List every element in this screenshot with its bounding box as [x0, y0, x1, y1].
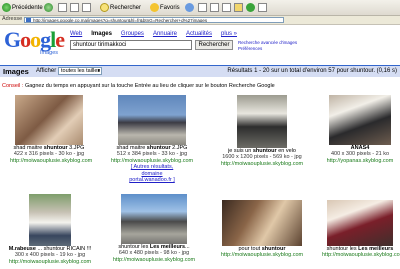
back-arrow-icon [2, 3, 11, 12]
logo-letter: G [4, 27, 21, 52]
image-result: shad maitre shuntour 2.JPG 512 x 384 pix… [108, 95, 196, 183]
search-nav: Web Images Groupes Annuaire Actualités p… [70, 31, 237, 37]
logo-subtitle: Images [40, 50, 59, 56]
advanced-links: Recherche avancée d'images Préférences [238, 40, 297, 51]
google-logo[interactable]: Google [4, 27, 65, 52]
messenger-button[interactable] [246, 2, 255, 13]
search-label: Rechercher [110, 4, 142, 11]
favorites-label: Favoris [160, 4, 180, 11]
tip-text: Gagnez du temps en appuyant sur la touch… [24, 83, 275, 89]
print-icon [210, 3, 219, 12]
image-result: je suis un shuntour en velo 1600 x 1200 … [220, 95, 304, 167]
image-dimensions: 300 x 400 pixels - 19 ko - jpg [14, 252, 86, 259]
address-label: Adresse [2, 16, 23, 22]
image-thumbnail[interactable] [121, 194, 187, 244]
image-result: M.rabeuse ... shuntour RICAIN !!! 300 x … [4, 194, 96, 265]
image-source[interactable]: http://moiwaouplusie.skyblog.com [4, 259, 96, 265]
url-field[interactable]: http://images.google.co.ma/images?q=shun… [24, 17, 284, 23]
nav-news[interactable]: Actualités [186, 31, 212, 37]
image-dimensions: 1600 x 1200 pixels - 569 ko - jpg [222, 154, 302, 161]
address-bar: Adresse http://images.google.co.ma/image… [0, 16, 400, 25]
forward-arrow-icon [44, 3, 53, 12]
nav-web[interactable]: Web [70, 31, 82, 37]
image-dimensions: 422 x 316 pixels - 30 ko - jpg [13, 151, 85, 158]
image-result: shuntour les Les meilleurs http://moiwao… [322, 200, 400, 259]
forward-button[interactable] [44, 2, 53, 13]
favorites-button[interactable]: Favoris [150, 2, 180, 13]
image-dimensions: 400 x 300 pixels - 21 ko [330, 151, 390, 158]
image-source[interactable]: http://moiwaouplusie.skyblog.com [220, 161, 304, 167]
home-button[interactable] [82, 2, 91, 13]
search-submit-button[interactable]: Rechercher [195, 40, 233, 50]
edit-icon [222, 3, 231, 12]
tip-prefix: Conseil : [2, 83, 24, 89]
logo-letter: o [30, 27, 41, 52]
messenger-icon [246, 3, 255, 12]
size-filter-select[interactable]: toutes les tailles [58, 67, 102, 75]
edit-button[interactable] [222, 2, 231, 13]
image-thumbnail[interactable] [29, 194, 71, 246]
image-thumbnail[interactable] [222, 200, 302, 246]
results-bar: Images Afficher toutes les tailles Résul… [0, 65, 400, 77]
image-result: shad maitre shuntour 3.JPG 422 x 316 pix… [10, 95, 92, 164]
image-thumbnail[interactable] [327, 200, 393, 246]
page-icon [26, 18, 31, 22]
image-source[interactable]: http://yopanas.skyblog.com [322, 158, 398, 164]
back-label: Précédente [12, 4, 43, 11]
results-title: Images [3, 67, 29, 76]
mail-icon [198, 3, 207, 12]
image-source[interactable]: http://moiwaouplusie.skyblog.com [112, 257, 196, 263]
search-icon [100, 3, 109, 12]
search-input[interactable]: shuntour tirimakkoci [70, 40, 192, 50]
browser-toolbar: Précédente Rechercher Favoris [0, 0, 400, 16]
results-summary: Résultats 1 - 20 sur un total d'environ … [227, 68, 397, 74]
image-source[interactable]: http://moiwaouplusie.skyblog.com [220, 252, 304, 258]
image-result: ANAS4 400 x 300 pixels - 21 ko http://yo… [322, 95, 398, 164]
image-thumbnail[interactable] [329, 95, 391, 145]
stop-icon [58, 3, 67, 12]
nav-groups[interactable]: Groupes [121, 31, 144, 37]
tools-icon [258, 3, 267, 12]
image-dimensions: 512 x 384 pixels - 33 ko - jpg [116, 151, 188, 158]
logo-letter: o [20, 27, 31, 52]
nav-images[interactable]: Images [91, 31, 112, 37]
logo-letter: g [40, 27, 51, 52]
url-text: http://images.google.co.ma/images?q=shun… [33, 18, 208, 23]
advanced-search-link[interactable]: Recherche avancée d'images [238, 40, 297, 46]
logo-letter: e [55, 27, 65, 52]
image-thumbnail[interactable] [15, 95, 83, 145]
more-results-link[interactable]: [ Autres résultats, domaine portal.wanad… [122, 164, 182, 183]
folder-button[interactable] [234, 2, 243, 13]
search-tip: Conseil : Gagnez du temps en appuyant su… [2, 83, 275, 89]
refresh-button[interactable] [70, 2, 79, 13]
folder-icon [234, 3, 243, 12]
refresh-icon [70, 3, 79, 12]
home-icon [82, 3, 91, 12]
star-icon [150, 3, 159, 12]
print-button[interactable] [210, 2, 219, 13]
image-source[interactable]: http://moiwaouplusie.skyblog.com [10, 158, 92, 164]
tools-button[interactable] [258, 2, 267, 13]
mail-button[interactable] [198, 2, 207, 13]
nav-more[interactable]: plus » [221, 31, 237, 37]
search-button[interactable]: Rechercher [100, 2, 141, 13]
stop-button[interactable] [58, 2, 67, 13]
image-source[interactable]: http://moiwaouplusie.skyblog.com [322, 252, 400, 258]
nav-directory[interactable]: Annuaire [153, 31, 177, 37]
back-button[interactable]: Précédente [2, 2, 43, 13]
preferences-link[interactable]: Préférences [238, 46, 297, 52]
image-thumbnail[interactable] [118, 95, 186, 145]
show-label: Afficher [36, 68, 57, 74]
image-thumbnail[interactable] [237, 95, 287, 148]
image-result: pour tout shuntour http://moiwaouplusie.… [220, 200, 304, 259]
image-dimensions: 640 x 480 pixels - 98 ko - jpg [118, 250, 190, 257]
history-button[interactable] [185, 2, 194, 13]
image-result: shuntour les Les meilleurs... 640 x 480 … [112, 194, 196, 263]
history-icon [185, 3, 194, 12]
